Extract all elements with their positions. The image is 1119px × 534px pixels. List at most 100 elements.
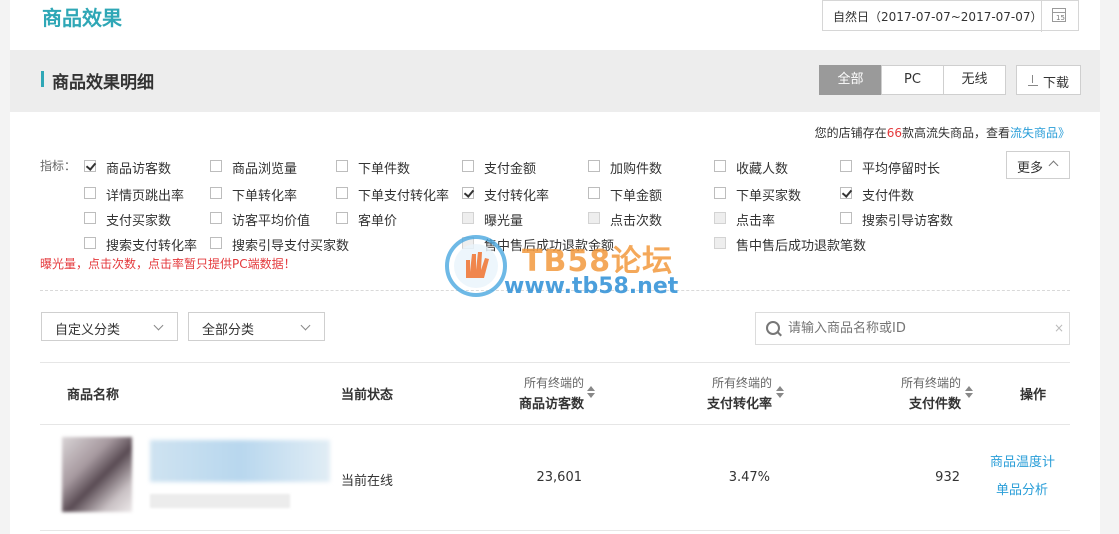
more-button[interactable]: 更多 bbox=[1006, 151, 1070, 179]
metric-checkbox[interactable] bbox=[840, 160, 852, 172]
chevron-down-icon bbox=[300, 320, 311, 331]
tab-pc[interactable]: PC bbox=[881, 65, 944, 95]
metric-label: 加购件数 bbox=[610, 162, 663, 177]
clear-icon[interactable]: × bbox=[1054, 321, 1064, 335]
metric-checkbox bbox=[462, 212, 474, 224]
divider bbox=[40, 362, 1070, 363]
metric-checkbox[interactable] bbox=[84, 237, 96, 249]
section-title: 商品效果明细 bbox=[52, 73, 154, 93]
download-button[interactable]: 下载 bbox=[1016, 65, 1081, 95]
notice-count: 66 bbox=[886, 126, 902, 140]
metric-label: 详情页跳出率 bbox=[106, 189, 185, 204]
single-product-analysis-link[interactable]: 单品分析 bbox=[996, 479, 1048, 498]
metric-checkbox[interactable] bbox=[588, 187, 600, 199]
metric-label: 搜索支付转化率 bbox=[106, 239, 198, 254]
metric-checkbox[interactable] bbox=[462, 160, 474, 172]
divider bbox=[40, 530, 1070, 531]
row-items: 932 bbox=[935, 470, 960, 485]
metric-label: 下单件数 bbox=[358, 162, 411, 177]
notice-middle: 款高流失商品，查看 bbox=[901, 126, 1010, 140]
page-title: 商品效果 bbox=[42, 6, 122, 30]
metric-checkbox[interactable] bbox=[336, 212, 348, 224]
metric-label: 访客平均价值 bbox=[232, 214, 311, 229]
product-thermometer-link[interactable]: 商品温度计 bbox=[990, 451, 1055, 470]
col-header-ops: 操作 bbox=[1020, 388, 1047, 403]
download-label: 下载 bbox=[1043, 76, 1070, 91]
calendar-icon[interactable]: 15 bbox=[1052, 8, 1066, 22]
metric-label: 搜索引导访客数 bbox=[862, 214, 954, 229]
col-header-status: 当前状态 bbox=[341, 388, 394, 403]
metric-label: 支付转化率 bbox=[484, 189, 550, 204]
all-category-select[interactable]: 全部分类 bbox=[188, 312, 325, 341]
search-input[interactable] bbox=[784, 317, 1052, 340]
metric-checkbox[interactable] bbox=[210, 237, 222, 249]
metric-checkbox[interactable] bbox=[714, 187, 726, 199]
col-header-label: 商品访客数 bbox=[518, 397, 584, 412]
metric-checkbox[interactable] bbox=[840, 212, 852, 224]
watermark-url: www.tb58.net bbox=[504, 274, 679, 299]
pc-only-warning: 曝光量，点击次数，点击率暂只提供PC端数据！ bbox=[40, 257, 296, 271]
divider bbox=[40, 424, 1070, 425]
date-range-label: 自然日（2017-07-07~2017-07-07） bbox=[833, 10, 1043, 24]
metric-label: 客单价 bbox=[358, 214, 398, 229]
col-header-prefix: 所有终端的 bbox=[523, 376, 584, 390]
chevron-up-icon bbox=[1048, 160, 1059, 171]
main-panel: 商品效果 自然日（2017-07-07~2017-07-07） 15 商品效果明… bbox=[10, 0, 1100, 534]
product-name-blurred[interactable] bbox=[150, 440, 330, 482]
metrics-label: 指标： bbox=[40, 159, 77, 173]
metric-checkbox[interactable] bbox=[210, 160, 222, 172]
metric-label: 商品访客数 bbox=[106, 162, 172, 177]
divider bbox=[1041, 1, 1042, 32]
tab-wireless[interactable]: 无线 bbox=[943, 65, 1006, 95]
metric-label: 收藏人数 bbox=[736, 162, 789, 177]
row-visitors: 23,601 bbox=[536, 470, 583, 485]
col-header-conversion[interactable]: 所有终端的 支付转化率 bbox=[688, 374, 772, 412]
metric-label: 搜索引导支付买家数 bbox=[232, 239, 350, 254]
notice-prefix: 您的店铺存在 bbox=[814, 126, 887, 140]
select-label: 全部分类 bbox=[202, 323, 255, 338]
metric-label: 平均停留时长 bbox=[862, 162, 941, 177]
metric-checkbox[interactable] bbox=[84, 187, 96, 199]
date-range-picker[interactable]: 自然日（2017-07-07~2017-07-07） 15 bbox=[822, 0, 1079, 32]
product-thumbnail[interactable] bbox=[62, 437, 132, 512]
custom-category-select[interactable]: 自定义分类 bbox=[41, 312, 178, 341]
metric-checkbox[interactable] bbox=[336, 187, 348, 199]
metric-label: 售中售后成功退款笔数 bbox=[736, 239, 867, 254]
metric-label: 商品浏览量 bbox=[232, 162, 298, 177]
metric-checkbox[interactable] bbox=[714, 160, 726, 172]
search-box: × bbox=[755, 312, 1070, 345]
search-icon bbox=[766, 321, 780, 335]
metric-checkbox[interactable] bbox=[210, 187, 222, 199]
lost-products-link[interactable]: 流失商品》 bbox=[1010, 126, 1070, 140]
metric-checkbox[interactable] bbox=[462, 187, 474, 199]
col-header-prefix: 所有终端的 bbox=[711, 376, 772, 390]
metric-checkbox[interactable] bbox=[84, 160, 96, 172]
row-conversion: 3.47% bbox=[728, 470, 770, 485]
metric-checkbox[interactable] bbox=[840, 187, 852, 199]
metric-checkbox bbox=[714, 212, 726, 224]
sort-icon[interactable] bbox=[965, 386, 973, 398]
row-status: 当前在线 bbox=[341, 474, 394, 489]
sort-icon[interactable] bbox=[776, 386, 784, 398]
metric-checkbox[interactable] bbox=[336, 160, 348, 172]
col-header-label: 支付转化率 bbox=[706, 397, 772, 412]
metric-checkbox[interactable] bbox=[588, 160, 600, 172]
metric-checkbox[interactable] bbox=[210, 212, 222, 224]
metric-label: 下单买家数 bbox=[736, 189, 802, 204]
metric-checkbox[interactable] bbox=[84, 212, 96, 224]
metric-label: 点击次数 bbox=[610, 214, 663, 229]
metric-label: 下单转化率 bbox=[232, 189, 298, 204]
metric-label: 支付买家数 bbox=[106, 214, 172, 229]
col-header-items[interactable]: 所有终端的 支付件数 bbox=[877, 374, 961, 412]
metric-label: 下单支付转化率 bbox=[358, 189, 450, 204]
sort-icon[interactable] bbox=[587, 386, 595, 398]
col-header-visitors[interactable]: 所有终端的 商品访客数 bbox=[500, 374, 584, 412]
lost-products-notice: 您的店铺存在66款高流失商品，查看流失商品》 bbox=[815, 124, 1070, 141]
metric-label: 下单金额 bbox=[610, 189, 663, 204]
col-header-name: 商品名称 bbox=[67, 388, 120, 403]
tab-all[interactable]: 全部 bbox=[819, 65, 882, 95]
more-label: 更多 bbox=[1017, 161, 1044, 176]
chevron-down-icon bbox=[153, 320, 164, 331]
col-header-prefix: 所有终端的 bbox=[900, 376, 961, 390]
select-label: 自定义分类 bbox=[55, 323, 121, 338]
